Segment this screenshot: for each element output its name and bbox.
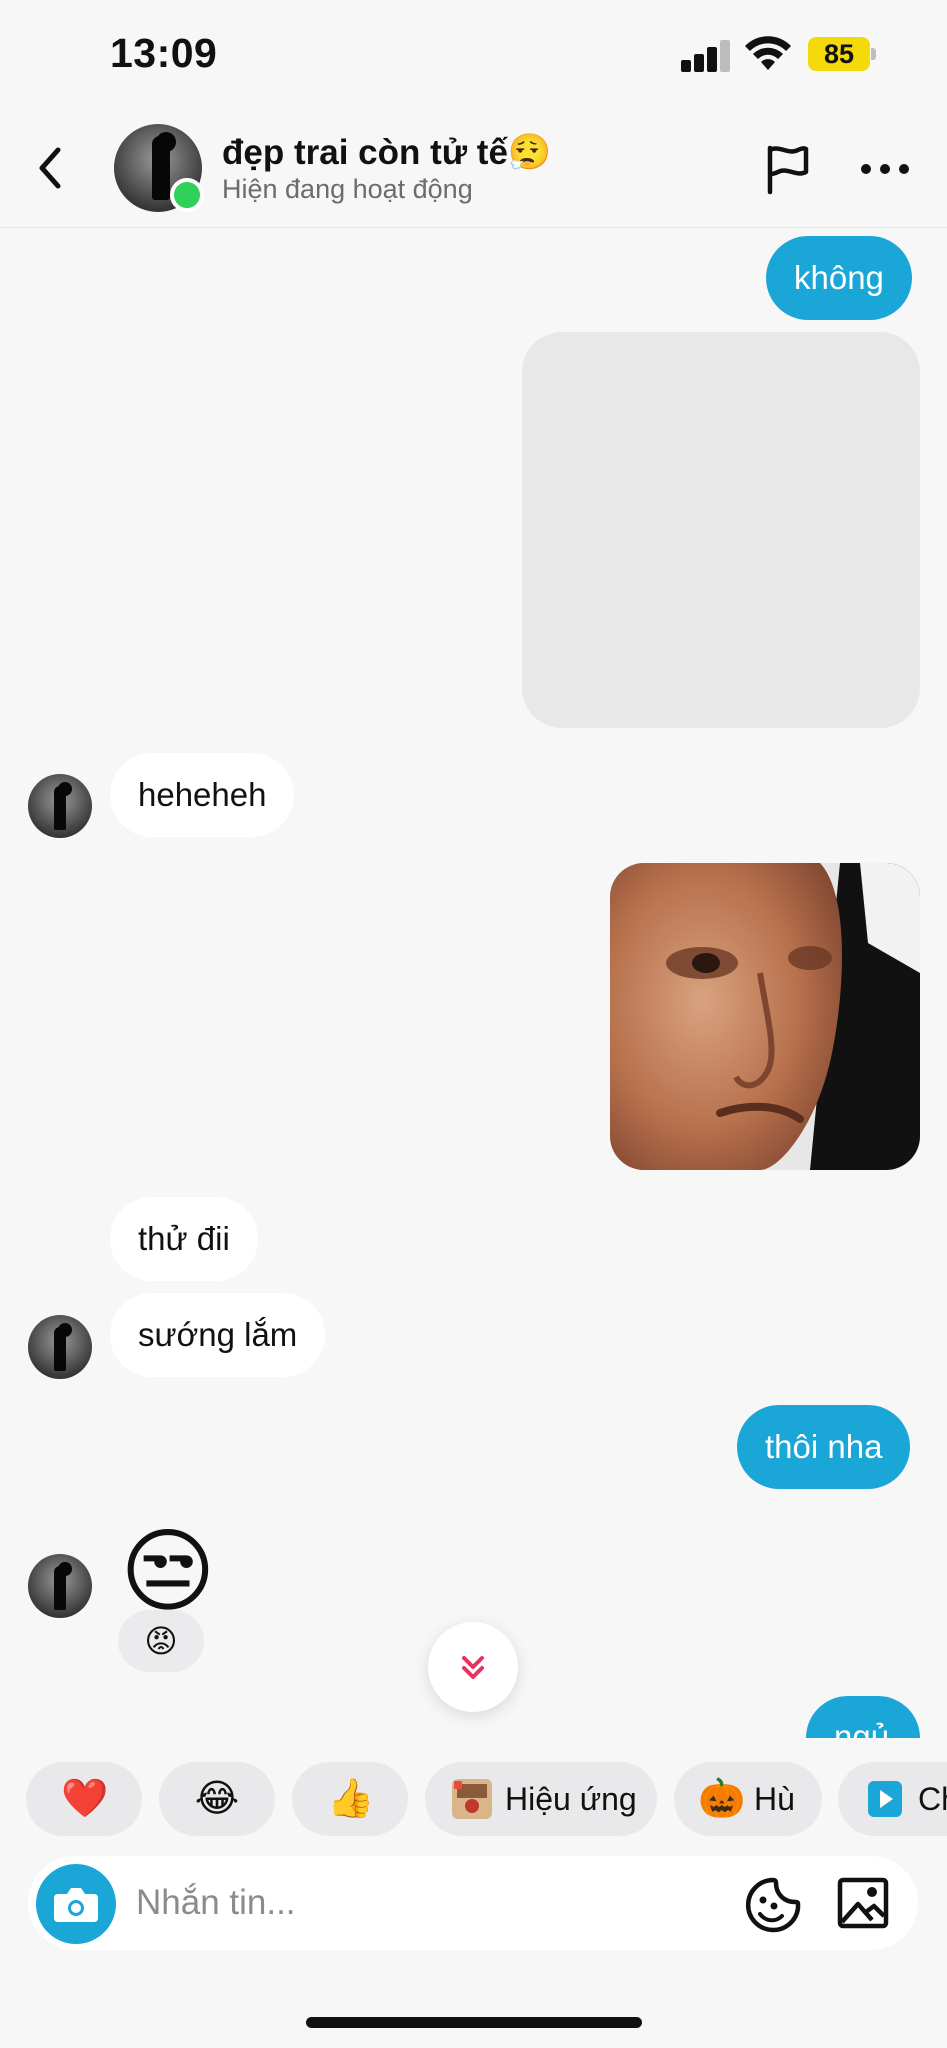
battery-indicator: 85 (808, 37, 876, 71)
quick-reaction-row: ❤️ 😂 👍 Hiệu ứng 🎃 Hù C (0, 1762, 947, 1838)
quick-reaction-effects[interactable]: Hiệu ứng (425, 1762, 657, 1836)
chip-label: Hiệu ứng (505, 1781, 637, 1817)
signal-bars-icon (681, 40, 731, 72)
chat-header: đẹp trai còn tử tế😮‍💨 Hiện đang hoạt độn… (0, 110, 947, 228)
message-reaction[interactable]: 😡 (118, 1610, 204, 1672)
chevron-left-icon[interactable] (28, 140, 72, 196)
battery-level: 85 (823, 39, 855, 69)
gallery-icon[interactable] (836, 1876, 890, 1930)
double-chevron-down-icon (462, 1656, 484, 1679)
message-bubble-incoming[interactable]: heheheh (110, 753, 295, 837)
camera-button[interactable] (36, 1864, 116, 1944)
media-message-placeholder[interactable] (522, 332, 920, 728)
sender-avatar[interactable] (28, 1315, 92, 1379)
sender-avatar[interactable] (28, 774, 92, 838)
flag-icon[interactable] (762, 142, 812, 196)
pumpkin-icon: 🎃 (698, 1778, 746, 1820)
chip-label: Ch (918, 1781, 947, 1817)
message-bubble-incoming[interactable]: thử đii (110, 1197, 258, 1281)
photo-message[interactable] (610, 863, 920, 1170)
wifi-icon (745, 36, 791, 70)
home-indicator[interactable] (306, 2017, 642, 2028)
play-icon (862, 1776, 908, 1822)
thumbs-up-icon: 👍 (327, 1778, 375, 1820)
effect-sticker-icon (449, 1776, 495, 1822)
heart-icon: ❤️ (61, 1778, 109, 1820)
message-bubble-outgoing[interactable]: thôi nha (737, 1405, 911, 1489)
quick-reaction-heart[interactable]: ❤️ (26, 1762, 142, 1836)
scroll-to-bottom-button[interactable] (428, 1622, 518, 1712)
contact-status: Hiện đang hoạt động (222, 174, 473, 204)
more-dots-icon[interactable] (858, 154, 912, 184)
camera-icon (54, 1888, 98, 1922)
contact-name[interactable]: đẹp trai còn tử tế😮‍💨 (222, 132, 552, 173)
laugh-emoji-icon: 😂 (194, 1778, 240, 1820)
message-bubble-incoming[interactable]: sướng lắm (110, 1293, 326, 1377)
quick-reaction-laugh[interactable]: 😂 (159, 1762, 275, 1836)
message-bubble-outgoing[interactable]: không (766, 236, 912, 320)
status-time: 13:09 (110, 30, 218, 76)
online-indicator (170, 178, 204, 212)
sticker-icon[interactable] (744, 1876, 802, 1934)
status-bar: 13:09 85 (0, 0, 947, 110)
quick-reaction-more[interactable]: Ch (838, 1762, 947, 1836)
quick-reaction-scare[interactable]: 🎃 Hù (674, 1762, 822, 1836)
chat-screen: 13:09 85 đẹp trai còn tử tế😮‍💨 Hiện (0, 0, 947, 2048)
chip-label: Hù (754, 1781, 795, 1817)
message-composer (28, 1856, 918, 1950)
quick-reaction-thumbs-up[interactable]: 👍 (292, 1762, 408, 1836)
face-photo-image (610, 863, 920, 1170)
message-input[interactable] (136, 1856, 736, 1950)
battery-cap (871, 48, 876, 60)
sender-avatar[interactable] (28, 1554, 92, 1618)
